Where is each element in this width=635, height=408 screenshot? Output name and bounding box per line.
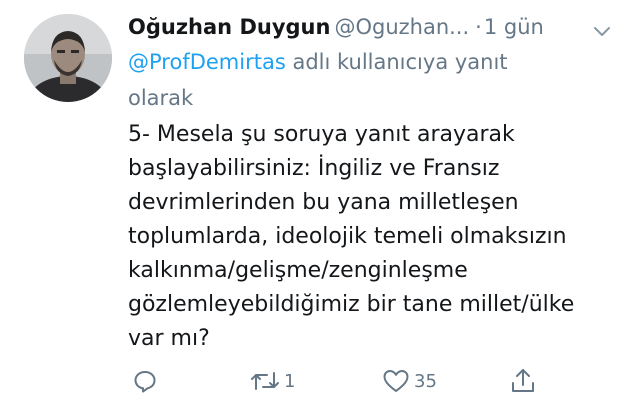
- avatar-image: [24, 14, 112, 102]
- chevron-down-icon[interactable]: [591, 18, 613, 40]
- author-name[interactable]: Oğuzhan Duygun: [128, 15, 330, 39]
- reply-context-text-continued: olarak: [128, 86, 194, 110]
- like-button[interactable]: 35: [382, 364, 437, 398]
- tweet-actions: 1 35: [128, 364, 608, 398]
- retweet-icon: [250, 368, 280, 394]
- separator-dot: ·: [475, 15, 482, 39]
- tweet-text: 5- Mesela şu soruya yanıt arayarak başla…: [128, 118, 628, 356]
- tweet-timestamp[interactable]: 1 gün: [484, 15, 544, 39]
- reply-icon: [132, 368, 158, 394]
- tweet-text-line: devrimlerinden bu yana milletleşen: [128, 190, 519, 215]
- tweet-text-line: gözlemleyebildiğimiz bir tane millet/ülk…: [128, 292, 575, 317]
- tweet-text-line: 5- Mesela şu soruya yanıt arayarak: [128, 122, 515, 147]
- share-icon: [510, 367, 536, 395]
- avatar[interactable]: [24, 14, 112, 102]
- retweet-button[interactable]: 1: [250, 364, 295, 398]
- author-handle[interactable]: @Oguzhan...: [334, 15, 469, 39]
- tweet-text-line: başlayabilirsiniz: İngiliz ve Fransız: [128, 156, 500, 181]
- reply-context-text: adlı kullanıcıya yanıt: [285, 50, 508, 74]
- retweet-count: 1: [284, 370, 296, 392]
- tweet-header: Oğuzhan Duygun @Oguzhan... ·1 gün: [128, 10, 623, 44]
- tweet-text-line: kalkınma/gelişme/zenginleşme: [128, 258, 468, 283]
- reply-button[interactable]: [132, 364, 158, 398]
- reply-mention-link[interactable]: @ProfDemirtas: [128, 50, 286, 74]
- like-count: 35: [414, 370, 437, 392]
- reply-context: @ProfDemirtas adlı kullanıcıya yanıt ola…: [128, 44, 588, 116]
- tweet-text-line: var mı?: [128, 326, 210, 351]
- tweet-text-line: toplumlarda, ideolojik temeli olmaksızın: [128, 224, 567, 249]
- heart-icon: [382, 368, 410, 394]
- share-button[interactable]: [510, 364, 536, 398]
